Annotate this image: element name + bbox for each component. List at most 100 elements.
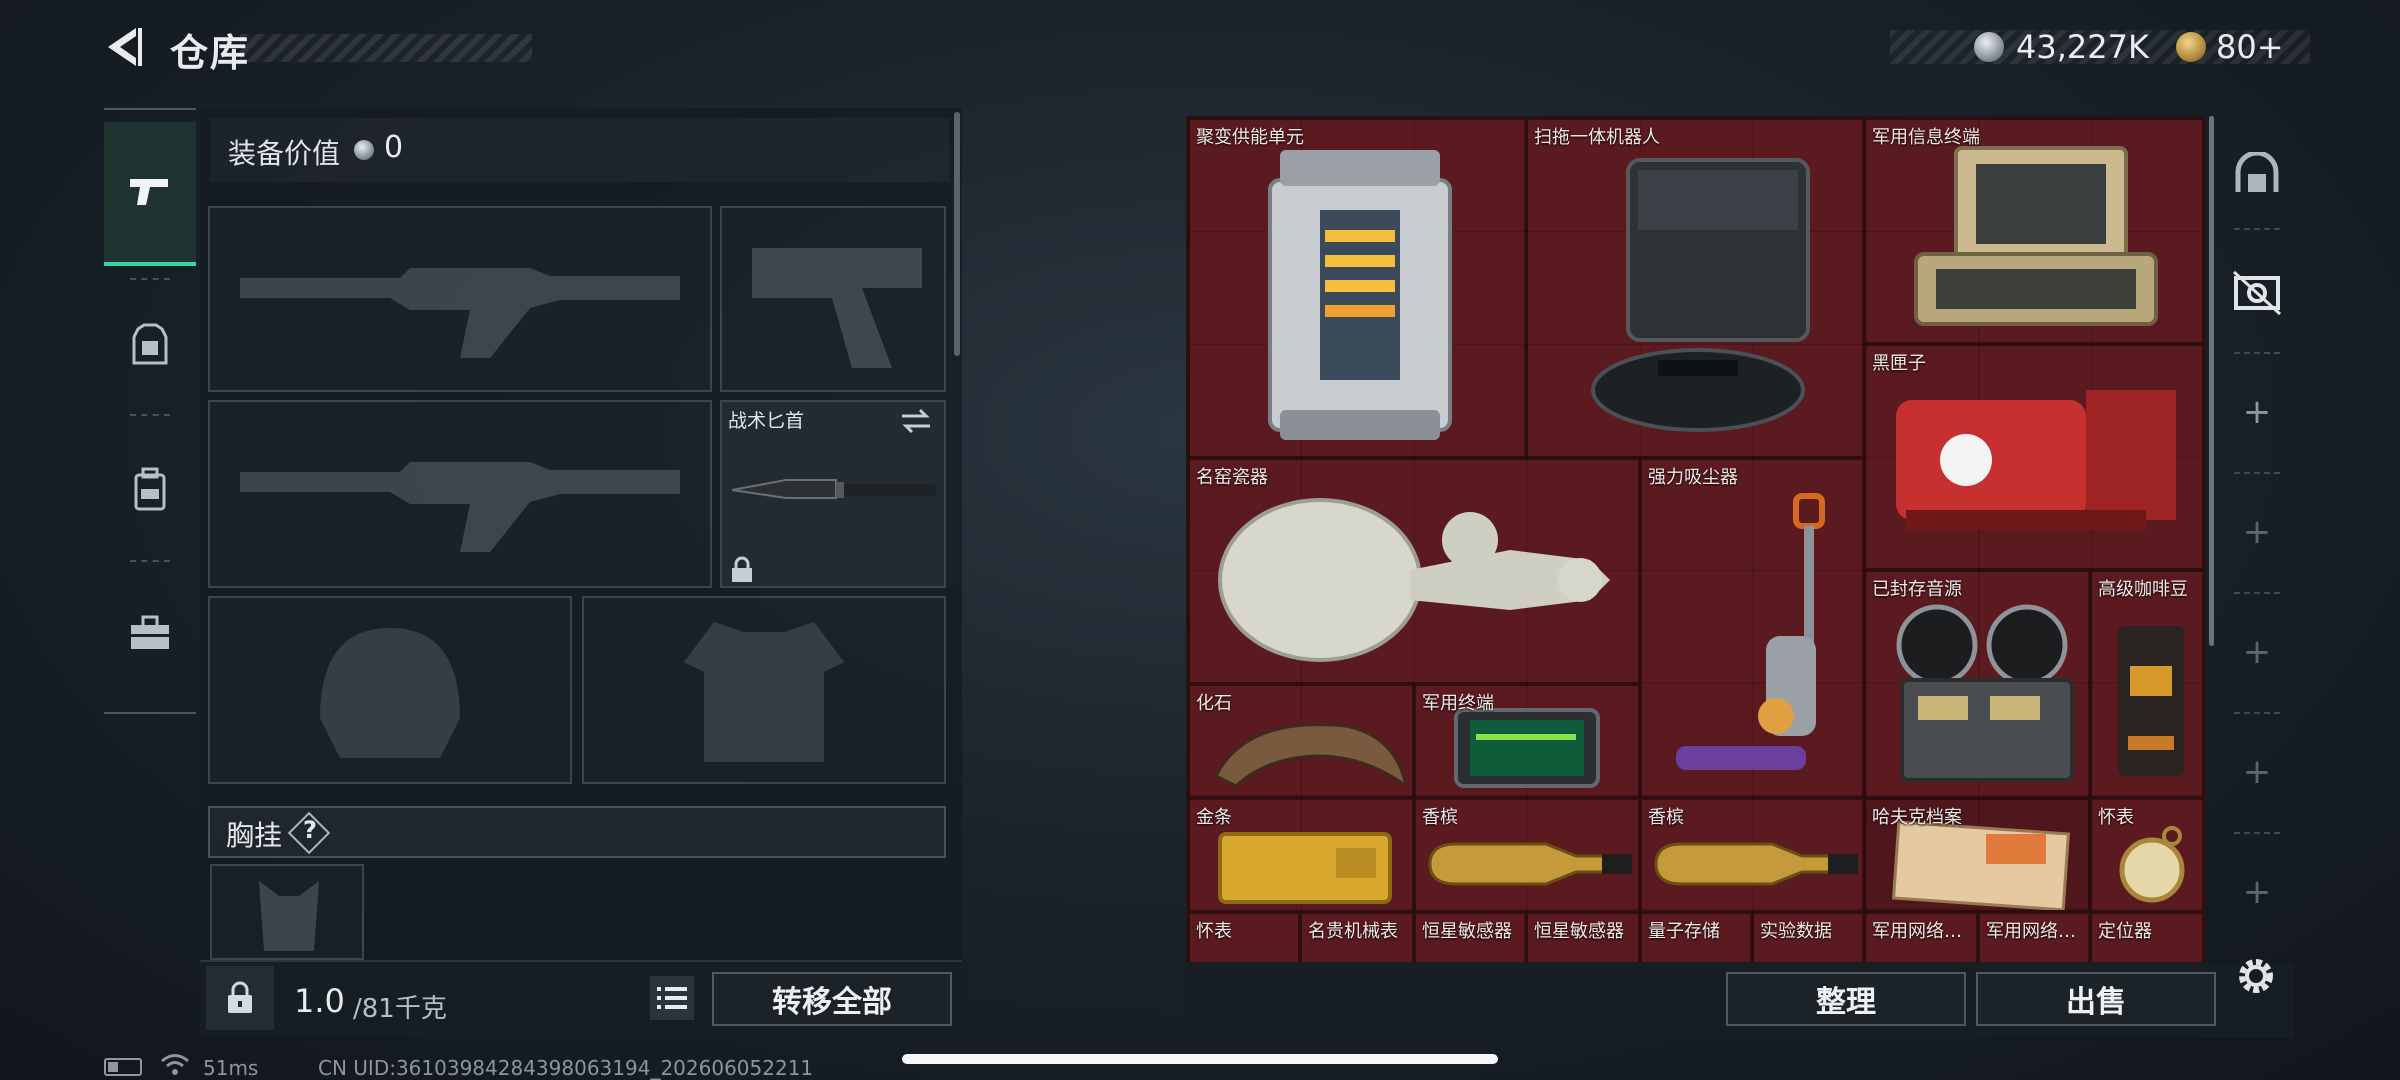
- gold-coin-icon: [2176, 32, 2206, 62]
- military-info-terminal-icon: [1914, 146, 2158, 326]
- reel-tape-recorder-icon: [1896, 604, 2074, 782]
- stash-page-1-tab[interactable]: [2232, 270, 2282, 320]
- pocket-watch-icon: [2119, 826, 2185, 903]
- lock-button[interactable]: [206, 966, 274, 1030]
- item-label: 军用信息终端: [1872, 127, 1980, 148]
- item-label: 香槟: [1422, 807, 1458, 828]
- item-label: 名窑瓷器: [1196, 467, 1268, 488]
- add-page-icon[interactable]: +: [2220, 632, 2294, 672]
- stash-item[interactable]: 名窑瓷器: [1188, 458, 1640, 684]
- sell-button[interactable]: 出售: [1976, 972, 2216, 1026]
- stash-item[interactable]: 哈夫克档案: [1864, 798, 2090, 912]
- gold-bar-icon: [1218, 832, 1392, 904]
- tactical-knife-icon: [731, 479, 936, 499]
- item-label: 黑匣子: [1872, 353, 1926, 374]
- stash-item[interactable]: 黑匣子: [1864, 344, 2204, 570]
- equipment-scrollbar[interactable]: [954, 112, 960, 356]
- stash-item[interactable]: 扫拖一体机器人: [1526, 118, 1864, 458]
- back-button[interactable]: [100, 22, 150, 72]
- swap-icon[interactable]: [898, 406, 934, 436]
- stash-item[interactable]: 香槟: [1414, 798, 1640, 912]
- silver-coin-icon: [354, 140, 374, 160]
- sort-button[interactable]: 整理: [1726, 972, 1966, 1026]
- tab-weapons[interactable]: [104, 122, 196, 266]
- vacuum-cleaner-icon: [1676, 493, 1825, 770]
- transfer-all-button[interactable]: 转移全部: [712, 972, 952, 1026]
- stash-item[interactable]: 军用网络…: [1978, 912, 2090, 962]
- primary-weapon-slot[interactable]: [208, 206, 712, 392]
- body-armor-slot[interactable]: [582, 596, 946, 784]
- currency-silver-value[interactable]: 43,227K: [2016, 28, 2149, 66]
- stash-item[interactable]: 恒星敏感器: [1526, 912, 1640, 962]
- home-indicator[interactable]: [902, 1054, 1498, 1064]
- stash-item[interactable]: 聚变供能单元: [1188, 118, 1526, 458]
- wifi-icon: [161, 1054, 189, 1075]
- stash-item[interactable]: 香槟: [1640, 798, 1864, 912]
- tab-backpack[interactable]: [104, 424, 196, 554]
- battery-level: [108, 1062, 118, 1072]
- tab-case[interactable]: [104, 568, 196, 698]
- stash-item[interactable]: 实验数据: [1752, 912, 1864, 962]
- military-tablet-icon: [1454, 708, 1600, 788]
- stash-item[interactable]: 恒星敏感器: [1414, 912, 1526, 962]
- pistol-icon: [130, 179, 168, 205]
- stash-item[interactable]: 定位器: [2090, 912, 2204, 962]
- pistol-slot[interactable]: [720, 206, 946, 392]
- rifle-silhouette-icon: [240, 268, 680, 358]
- black-box-icon: [1896, 390, 2176, 530]
- item-label: 恒星敏感器: [1422, 921, 1512, 942]
- item-label: 恒星敏感器: [1534, 921, 1624, 942]
- stash-item[interactable]: 已封存音源: [1864, 570, 2090, 798]
- item-label: 金条: [1196, 807, 1232, 828]
- vault-icon: [2235, 150, 2279, 192]
- add-page-icon[interactable]: +: [2220, 512, 2294, 552]
- add-page-icon[interactable]: +: [2220, 752, 2294, 792]
- helmet-silhouette-icon: [320, 628, 460, 758]
- safe-box-tab[interactable]: [2234, 150, 2280, 202]
- equipment-value-label: 装备价值: [228, 137, 341, 170]
- lock-icon: [732, 556, 752, 582]
- chest-rig-slot[interactable]: [210, 864, 364, 960]
- stash-item[interactable]: 军用网络…: [1864, 912, 1978, 962]
- porcelain-vase-icon: [1218, 498, 1610, 662]
- add-page-icon[interactable]: +: [2220, 392, 2294, 432]
- backpack-icon: [134, 467, 166, 511]
- stash-item[interactable]: 量子存储: [1640, 912, 1752, 962]
- stash-item[interactable]: 强力吸尘器: [1640, 458, 1864, 798]
- stash-item[interactable]: 金条: [1188, 798, 1414, 912]
- stash-item[interactable]: 怀表: [1188, 912, 1300, 962]
- helmet-slot[interactable]: [208, 596, 572, 784]
- fusion-power-unit-icon: [1268, 150, 1452, 440]
- stash-item[interactable]: 化石: [1188, 684, 1414, 798]
- stash-scrollbar[interactable]: [2209, 116, 2214, 646]
- item-label: 名贵机械表: [1308, 921, 1398, 942]
- item-label: 高级咖啡豆: [2098, 579, 2188, 600]
- list-view-button[interactable]: [650, 976, 694, 1020]
- item-label: 实验数据: [1760, 921, 1832, 942]
- settings-button[interactable]: [2232, 952, 2280, 1000]
- gear-icon: [2239, 959, 2273, 993]
- stash-grid: 聚变供能单元 扫拖一体机器人 军用信息终端 黑匣子 名窑瓷器 强力吸尘器 已封存…: [1186, 116, 2206, 964]
- stash-item[interactable]: 名贵机械表: [1300, 912, 1414, 962]
- back-arrow-icon: [108, 28, 142, 66]
- add-page-icon[interactable]: +: [2220, 872, 2294, 912]
- currency-gold-value[interactable]: 80+: [2216, 28, 2284, 66]
- stash-item[interactable]: 军用信息终端: [1864, 118, 2204, 344]
- item-label: 军用网络…: [1872, 921, 1962, 942]
- camera-gear-icon: [2232, 270, 2282, 316]
- fossil-claw-icon: [1213, 723, 1406, 788]
- stash-item[interactable]: 怀表: [2090, 798, 2204, 912]
- stash-item[interactable]: 高级咖啡豆: [2090, 570, 2204, 798]
- item-label: 聚变供能单元: [1196, 127, 1304, 148]
- briefcase-icon: [131, 615, 169, 649]
- secondary-weapon-slot[interactable]: [208, 400, 712, 588]
- weight-max: /81千克: [353, 994, 447, 1024]
- item-label: 香槟: [1648, 807, 1684, 828]
- item-label: 怀表: [1196, 921, 1232, 942]
- robot-mop-icon: [1591, 158, 1810, 432]
- tab-armor[interactable]: [104, 280, 196, 410]
- stash-item[interactable]: 军用终端: [1414, 684, 1640, 798]
- item-label: 军用终端: [1422, 693, 1494, 714]
- help-mark: ?: [303, 816, 317, 844]
- coffee-bag-icon: [2118, 626, 2184, 776]
